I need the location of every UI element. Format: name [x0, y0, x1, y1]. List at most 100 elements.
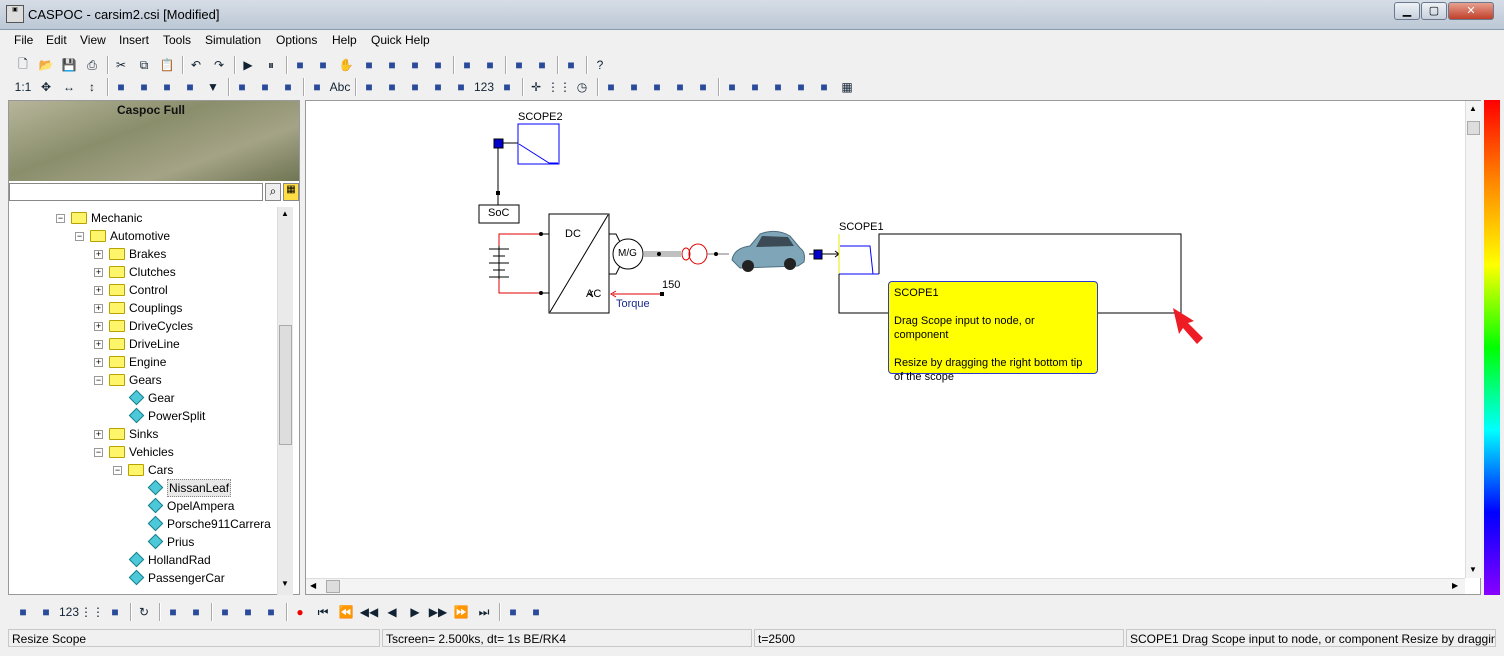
- tree-item[interactable]: PowerSplit: [9, 407, 277, 425]
- expand-icon[interactable]: +: [94, 358, 103, 367]
- cut-icon[interactable]: ✂: [112, 56, 130, 74]
- text-doc-icon[interactable]: ■: [37, 603, 55, 621]
- table-icon[interactable]: ▦: [838, 78, 856, 96]
- collapse-icon[interactable]: −: [113, 466, 122, 475]
- scroll-down-icon[interactable]: ▼: [281, 579, 289, 588]
- export-2-icon[interactable]: ■: [533, 56, 551, 74]
- nissan-leaf-car[interactable]: [728, 226, 808, 276]
- fast-forward-icon[interactable]: ⏩: [452, 603, 470, 621]
- library-search-input[interactable]: [9, 183, 263, 201]
- zoom-100-icon[interactable]: 1:1: [14, 78, 32, 96]
- tree-item[interactable]: NissanLeaf: [9, 479, 277, 497]
- component-icon[interactable]: ■: [14, 603, 32, 621]
- library-icon[interactable]: ▦: [283, 183, 299, 201]
- image-icon[interactable]: ■: [216, 603, 234, 621]
- forward-icon[interactable]: ▶▶: [429, 603, 447, 621]
- tree-item[interactable]: PassengerCar: [9, 569, 277, 587]
- tree-item[interactable]: + Control: [9, 281, 277, 299]
- component-2-icon[interactable]: ■: [181, 78, 199, 96]
- chip-icon[interactable]: ■: [769, 78, 787, 96]
- scope1-input-node[interactable]: [813, 249, 823, 260]
- tree-item[interactable]: Porsche911Carrera: [9, 515, 277, 533]
- bars-2-icon[interactable]: ■: [648, 78, 666, 96]
- scroll-up-icon[interactable]: ▲: [281, 209, 289, 218]
- scroll-left-icon[interactable]: ◀: [310, 581, 316, 590]
- tree-item[interactable]: + DriveLine: [9, 335, 277, 353]
- scroll-down-icon[interactable]: ▼: [1469, 565, 1477, 574]
- maximize-button[interactable]: ▢: [1421, 2, 1447, 20]
- component-icon[interactable]: ■: [158, 78, 176, 96]
- menu-tools[interactable]: Tools: [163, 33, 191, 47]
- export-icon[interactable]: ■: [510, 56, 528, 74]
- tree-item[interactable]: HollandRad: [9, 551, 277, 569]
- scope2-input-node[interactable]: [493, 138, 504, 149]
- menu-simulation[interactable]: Simulation: [205, 33, 261, 47]
- library-2-icon[interactable]: ■: [723, 78, 741, 96]
- menu-edit[interactable]: Edit: [46, 33, 67, 47]
- zoom-height-icon[interactable]: ↕: [83, 78, 101, 96]
- gear-large[interactable]: [688, 243, 708, 265]
- refresh-icon[interactable]: ↻: [135, 603, 153, 621]
- zoom-width-icon[interactable]: ↔: [60, 78, 78, 96]
- ic-out-icon[interactable]: ■: [481, 56, 499, 74]
- menu-insert[interactable]: Insert: [119, 33, 149, 47]
- crosshair-icon[interactable]: ✛: [527, 78, 545, 96]
- run-icon[interactable]: ▶: [239, 56, 257, 74]
- tree-item[interactable]: + Engine: [9, 353, 277, 371]
- scope2-box[interactable]: [517, 123, 560, 165]
- clock-icon[interactable]: ◷: [573, 78, 591, 96]
- menu-help[interactable]: Help: [332, 33, 357, 47]
- scroll-up-icon[interactable]: ▲: [1469, 104, 1477, 113]
- tree-item[interactable]: + Couplings: [9, 299, 277, 317]
- brush-icon[interactable]: ■: [308, 78, 326, 96]
- undo-icon[interactable]: ↶: [187, 56, 205, 74]
- pan-icon[interactable]: ✋: [337, 56, 355, 74]
- torque-node[interactable]: [660, 292, 664, 296]
- tree-item[interactable]: − Gears: [9, 371, 277, 389]
- node-red-icon[interactable]: ■: [383, 78, 401, 96]
- save-icon[interactable]: 💾: [60, 56, 78, 74]
- pause-icon[interactable]: ⏸: [262, 56, 280, 74]
- first-icon[interactable]: ⏮: [314, 603, 332, 621]
- caspoc-icon[interactable]: ▣: [6, 5, 24, 23]
- tree-scroll-thumb[interactable]: [279, 325, 292, 445]
- window-icon[interactable]: ■: [504, 603, 522, 621]
- arrow-icon[interactable]: ■: [406, 78, 424, 96]
- numbers-icon[interactable]: 123: [59, 603, 79, 621]
- search-icon[interactable]: ⌕: [265, 183, 281, 201]
- collapse-icon[interactable]: −: [75, 232, 84, 241]
- menu-view[interactable]: View: [80, 33, 106, 47]
- expand-icon[interactable]: +: [94, 430, 103, 439]
- record-icon[interactable]: ●: [291, 603, 309, 621]
- globe-3-icon[interactable]: ■: [279, 78, 297, 96]
- tree-item[interactable]: + Brakes: [9, 245, 277, 263]
- last-icon[interactable]: ⏭: [475, 603, 493, 621]
- step-forward-icon[interactable]: ▶: [406, 603, 424, 621]
- list-icon[interactable]: ■: [383, 56, 401, 74]
- menu-quick-help[interactable]: Quick Help: [371, 33, 430, 47]
- wire-icon[interactable]: ■: [291, 56, 309, 74]
- paste-icon[interactable]: 📋: [158, 56, 176, 74]
- chip-icon[interactable]: ■: [106, 603, 124, 621]
- collapse-icon[interactable]: −: [94, 376, 103, 385]
- new-icon[interactable]: 🗋: [14, 56, 32, 74]
- ic-in-icon[interactable]: ■: [458, 56, 476, 74]
- scroll-right-icon[interactable]: ▶: [1452, 581, 1458, 590]
- tree-icon[interactable]: ■: [164, 603, 182, 621]
- library-icon[interactable]: ■: [694, 78, 712, 96]
- step-back-icon[interactable]: ◀: [383, 603, 401, 621]
- minimize-button[interactable]: ▁: [1394, 2, 1420, 20]
- expand-icon[interactable]: +: [94, 250, 103, 259]
- measure-icon[interactable]: ■: [360, 56, 378, 74]
- 3d-icon[interactable]: ■: [360, 78, 378, 96]
- expand-icon[interactable]: +: [94, 286, 103, 295]
- canvas-horizontal-scrollbar[interactable]: ◀ ▶: [306, 578, 1465, 594]
- tree-scrollbar[interactable]: ▲ ▼: [277, 207, 293, 595]
- probe-icon[interactable]: ▼: [204, 78, 222, 96]
- window-2-icon[interactable]: ■: [527, 603, 545, 621]
- collapse-icon[interactable]: −: [56, 214, 65, 223]
- redo-icon[interactable]: ↷: [210, 56, 228, 74]
- tree-item[interactable]: − Mechanic: [9, 209, 277, 227]
- list-2-icon[interactable]: ■: [406, 56, 424, 74]
- tree-item[interactable]: + Sinks: [9, 425, 277, 443]
